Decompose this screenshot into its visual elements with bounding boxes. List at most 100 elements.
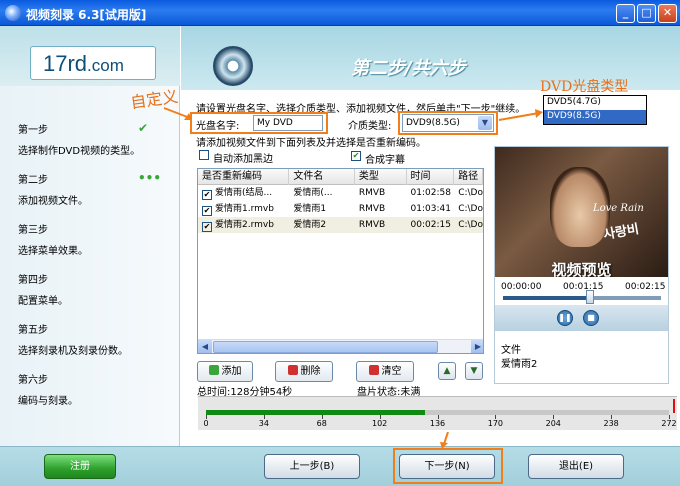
disc-name-label: 光盘名字: xyxy=(196,121,240,132)
row-path: C:\Do xyxy=(458,188,483,198)
ruler-tick-label: 238 xyxy=(603,419,619,428)
chevron-down-icon[interactable]: ▼ xyxy=(478,116,492,130)
maximize-button[interactable]: □ xyxy=(637,4,656,23)
logo-main: 17rd xyxy=(43,51,88,76)
step-desc: 选择制作DVD视频的类型。 xyxy=(18,146,141,157)
col-reencode[interactable]: 是否重新编码 xyxy=(198,169,290,185)
table-row[interactable]: ✔ 爱情雨2.rmvb 爱情雨2 RMVB 00:02:15 C:\Do xyxy=(198,217,483,233)
ruler-tick-label: 102 xyxy=(371,419,388,428)
step-status-icon: ✔ xyxy=(138,121,149,135)
clear-button-label: 清空 xyxy=(381,366,402,377)
clear-icon xyxy=(368,365,379,375)
row-type: RMVB xyxy=(358,188,386,198)
col-type[interactable]: 类型 xyxy=(355,169,407,185)
preview-annotation: 视频预览 xyxy=(551,261,612,277)
ruler-tick-label: 136 xyxy=(429,419,446,428)
preview-time-start: 00:00:00 xyxy=(501,282,542,292)
auto-black-checkbox[interactable] xyxy=(199,150,209,160)
step-title: 第四步 xyxy=(18,275,48,286)
step-item: 第一步选择制作DVD视频的类型。 ✔ xyxy=(18,121,173,171)
move-up-icon[interactable]: ▲ xyxy=(438,362,456,380)
delete-button[interactable]: 删除 xyxy=(275,361,333,382)
logo-area: 17rd.com xyxy=(0,26,180,86)
reencode-checkbox[interactable]: ✔ xyxy=(202,222,212,232)
row-type: RMVB xyxy=(358,204,386,214)
add-instruction-text: 请添加视频文件到下面列表及并选择是否重新编码。 xyxy=(196,138,426,149)
minimize-button[interactable]: _ xyxy=(616,4,635,23)
media-type-dropdown[interactable]: DVD5(4.7G) DVD9(8.5G) xyxy=(543,95,647,125)
capacity-ruler: 0 34 68 102 136 170 204 238 272 xyxy=(198,396,677,430)
row-name: 爱情雨1 xyxy=(293,204,327,214)
step-desc: 选择刻录机及刻录份数。 xyxy=(18,346,128,357)
exit-button[interactable]: 退出(E) xyxy=(528,454,624,479)
preview-seek-track[interactable] xyxy=(503,296,661,300)
next-step-button[interactable]: 下一步(N) xyxy=(399,454,495,479)
preview-controls: ❚❚ ■ xyxy=(495,305,668,331)
subtitle-label: 合成字幕 xyxy=(365,155,405,166)
horizontal-scrollbar[interactable]: ◀ ▶ xyxy=(198,339,483,353)
ruler-tick-label: 34 xyxy=(258,419,269,428)
reencode-checkbox[interactable]: ✔ xyxy=(202,190,212,200)
media-type-select[interactable]: DVD9(8.5G) ▼ xyxy=(402,114,494,132)
reencode-checkbox[interactable]: ✔ xyxy=(202,206,212,216)
table-row[interactable]: ✔ 爱情雨(结局... 爱情雨(... RMVB 01:02:58 C:\Do xyxy=(198,185,483,201)
ruler-tick-label: 204 xyxy=(545,419,561,428)
video-file-table[interactable]: 是否重新编码 文件名 类型 时间 路径 ✔ 爱情雨(结局... 爱情雨(... RMV… xyxy=(197,168,484,354)
film-reel-icon xyxy=(213,46,253,86)
step-status-icon: ••• xyxy=(138,171,162,185)
table-body: ✔ 爱情雨(结局... 爱情雨(... RMVB 01:02:58 C:\Do ✔ 爱情雨1.… xyxy=(198,185,483,233)
row-file: 爱情雨(结局... xyxy=(215,188,273,198)
preview-time-current: 00:01:15 xyxy=(563,282,604,292)
col-path[interactable]: 路径 xyxy=(454,169,483,185)
window-title: 视频刻录 6.3[试用版] xyxy=(26,8,147,22)
subtitle-checkbox[interactable]: ✔ xyxy=(351,151,361,161)
annotation-arrow-left-icon xyxy=(163,107,192,120)
step-item: 第五步 选择刻录机及刻录份数。 xyxy=(18,321,173,371)
title-bar: 视频刻录 6.3[试用版] _ □ ✕ xyxy=(0,0,680,26)
step-desc: 编码与刻录。 xyxy=(18,396,78,407)
prev-step-button[interactable]: 上一步(B) xyxy=(264,454,360,479)
annotation-arrow-right-icon xyxy=(498,109,543,121)
row-path: C:\Do xyxy=(458,204,483,214)
clear-button[interactable]: 清空 xyxy=(356,361,414,382)
capacity-limit-marker xyxy=(673,399,675,413)
media-type-label: 介质类型: xyxy=(348,121,392,132)
media-option-dvd9[interactable]: DVD9(8.5G) xyxy=(544,110,646,124)
annotation-arrow-down-icon xyxy=(440,432,449,449)
close-button[interactable]: ✕ xyxy=(658,4,677,23)
add-button-label: 添加 xyxy=(221,366,242,377)
preview-time-end: 00:02:15 xyxy=(625,282,666,292)
step-title: 第二步/共六步 xyxy=(351,58,466,79)
media-option-dvd5[interactable]: DVD5(4.7G) xyxy=(544,96,646,110)
move-down-icon[interactable]: ▼ xyxy=(465,362,483,380)
disc-name-input[interactable]: My DVD xyxy=(253,115,323,131)
pause-icon[interactable]: ❚❚ xyxy=(557,310,573,326)
preview-seek-handle[interactable] xyxy=(585,290,594,304)
step-item: 第四步 配置菜单。 xyxy=(18,271,173,321)
register-button[interactable]: 注册 xyxy=(44,454,116,479)
step-title: 第六步 xyxy=(18,375,48,386)
col-time[interactable]: 时间 xyxy=(407,169,455,185)
video-preview-panel: Love Rain 사랑비 视频预览 00:00:00 00:01:15 00:… xyxy=(494,146,669,384)
auto-black-label: 自动添加黑边 xyxy=(213,154,273,165)
stop-icon[interactable]: ■ xyxy=(583,310,599,326)
table-header: 是否重新编码 文件名 类型 时间 路径 xyxy=(198,169,483,185)
add-button[interactable]: 添加 xyxy=(197,361,253,382)
step-desc: 选择菜单效果。 xyxy=(18,246,88,257)
step-title: 第三步 xyxy=(18,225,48,236)
step-desc: 配置菜单。 xyxy=(18,296,68,307)
col-filename[interactable]: 文件名 xyxy=(289,169,355,185)
step-title: 第一步 xyxy=(18,125,48,136)
scroll-right-icon[interactable]: ▶ xyxy=(471,340,483,353)
logo-suffix: .com xyxy=(87,56,124,75)
table-row[interactable]: ✔ 爱情雨1.rmvb 爱情雨1 RMVB 01:03:41 C:\Do xyxy=(198,201,483,217)
scroll-thumb[interactable] xyxy=(213,341,438,353)
row-time: 00:02:15 xyxy=(410,220,451,230)
media-type-value: DVD9(8.5G) xyxy=(406,118,460,128)
row-time: 01:02:58 xyxy=(410,188,451,198)
delete-icon xyxy=(287,365,298,375)
row-file: 爱情雨2.rmvb xyxy=(215,220,274,230)
preview-file-label: 文件 xyxy=(501,345,521,356)
preview-frame: Love Rain 사랑비 视频预览 xyxy=(495,147,668,277)
scroll-left-icon[interactable]: ◀ xyxy=(198,340,212,353)
